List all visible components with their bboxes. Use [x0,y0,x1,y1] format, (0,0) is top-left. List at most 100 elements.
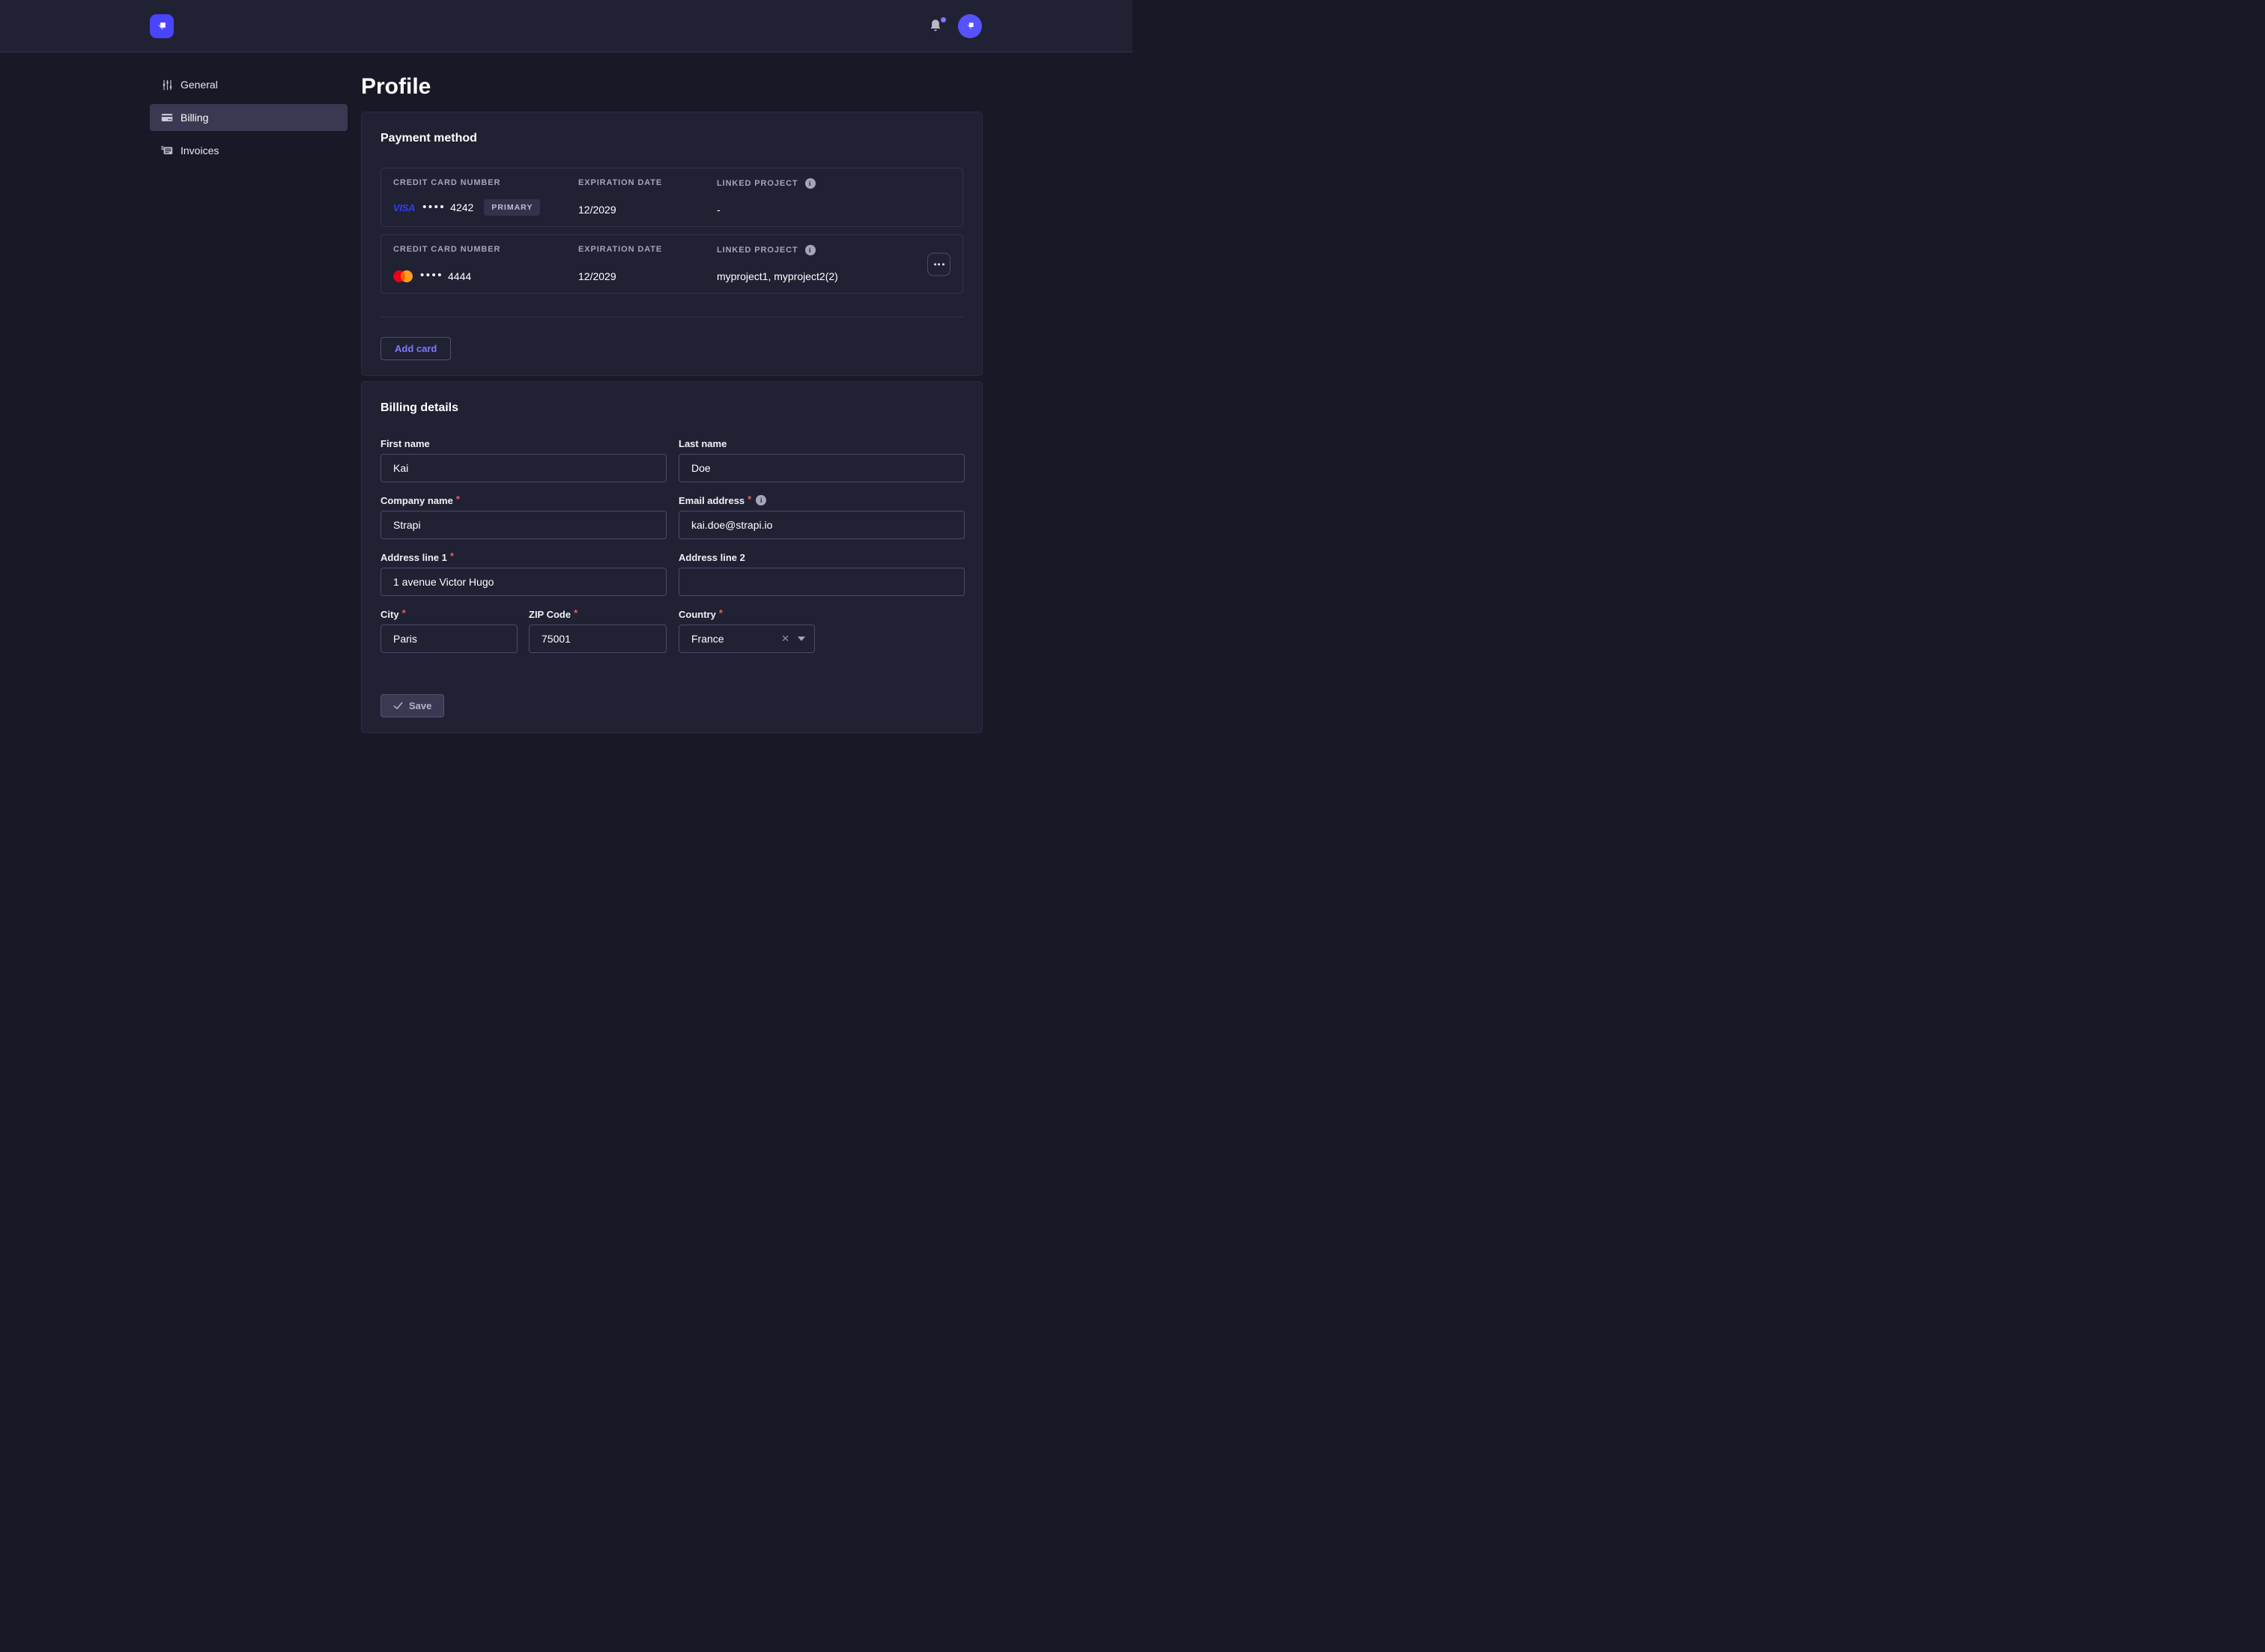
card-number-column: CREDIT CARD NUMBER VISA •••• 4242 PRIMAR… [393,178,578,216]
card-dots: •••• [420,269,443,282]
sidebar-item-general[interactable]: General [150,71,348,98]
country-field: Country* France ✕ [679,607,815,653]
info-icon[interactable]: i [805,245,816,255]
required-asterisk: * [748,494,751,505]
ellipsis-icon [934,263,936,265]
info-icon[interactable]: i [756,495,766,505]
card-last4: 4444 [448,270,471,282]
field-label-text: ZIP Code [529,609,571,620]
address-line1-label: Address line 1* [380,550,667,564]
card-number-label: CREDIT CARD NUMBER [393,178,578,187]
primary-badge: PRIMARY [484,199,540,216]
zip-code-input[interactable] [529,625,667,653]
sidebar-item-label: General [181,79,218,91]
expiration-value: 12/2029 [578,204,717,216]
city-field: City* [380,607,518,653]
strapi-logo[interactable] [150,14,174,38]
required-asterisk: * [450,550,454,562]
required-asterisk: * [456,494,460,505]
linked-project-value: - [717,204,950,216]
user-avatar[interactable] [958,14,982,38]
address-line2-label: Address line 2 [679,550,965,564]
field-label-text: First name [380,438,430,449]
settings-sidebar: General Billing $ [150,52,348,170]
field-label-text: Address line 2 [679,552,745,563]
linked-project-column: LINKED PROJECT i - [717,178,950,216]
chevron-down-icon[interactable] [798,637,805,641]
info-icon[interactable]: i [805,178,816,189]
company-name-field: Company name* [380,494,667,539]
expiration-column: EXPIRATION DATE 12/2029 [578,178,717,216]
sidebar-item-label: Invoices [181,145,219,157]
city-label: City* [380,607,518,621]
address-line2-input[interactable] [679,568,965,596]
first-name-field: First name [380,437,667,482]
profile-page: General Billing $ [0,0,1132,826]
address-line2-field: Address line 2 [679,550,965,596]
svg-text:$: $ [161,146,164,151]
add-card-button[interactable]: Add card [380,337,451,360]
check-icon [393,701,403,711]
city-zip-row: City* ZIP Code* [380,607,667,653]
card-number-column: CREDIT CARD NUMBER •••• 4444 [393,245,578,282]
strapi-mark-icon [154,19,169,34]
linked-project-label-text: LINKED PROJECT [717,179,798,188]
linked-project-label: LINKED PROJECT i [717,178,950,189]
field-label-text: Country [679,609,716,620]
save-button-label: Save [409,700,431,711]
address-line1-input[interactable] [380,568,667,596]
company-name-label: Company name* [380,494,667,507]
required-asterisk: * [574,607,577,619]
last-name-field: Last name [679,437,965,482]
sidebar-item-invoices[interactable]: $ Invoices [150,137,348,164]
payment-method-heading: Payment method [380,130,963,147]
card-number-value: •••• 4444 [393,270,578,282]
last-name-input[interactable] [679,454,965,482]
field-label-text: Email address [679,495,745,506]
credit-card-icon [161,112,173,124]
country-select[interactable]: France ✕ [679,625,815,653]
payment-card-row-mastercard: CREDIT CARD NUMBER •••• 4444 EX [380,234,963,294]
first-name-label: First name [380,437,667,450]
card-number-value: VISA •••• 4242 PRIMARY [393,199,578,216]
payment-card-row-visa: CREDIT CARD NUMBER VISA •••• 4242 PRIMAR… [380,168,963,227]
email-label: Email address* i [679,494,965,507]
email-field: Email address* i [679,494,965,539]
linked-project-label-text: LINKED PROJECT [717,246,798,255]
expiration-value: 12/2029 [578,270,717,282]
zip-code-label: ZIP Code* [529,607,667,621]
required-asterisk: * [719,607,723,619]
main-area: General Billing $ [0,52,1132,733]
topbar-actions [929,14,982,38]
notification-dot [941,17,946,22]
card-number-label: CREDIT CARD NUMBER [393,245,578,254]
expiration-label: EXPIRATION DATE [578,178,717,187]
field-label-text: Last name [679,438,727,449]
first-name-input[interactable] [380,454,667,482]
field-label-text: Company name [380,495,453,506]
field-label-text: City [380,609,399,620]
required-asterisk: * [402,607,406,619]
content-area: Profile Payment method CREDIT CARD NUMBE… [361,52,983,733]
expiration-column: EXPIRATION DATE 12/2029 [578,245,717,282]
billing-details-panel: Billing details First name Last name [361,381,983,733]
last-name-label: Last name [679,437,965,450]
linked-project-value: myproject1, myproject2(2) [717,270,950,282]
sliders-icon [161,79,173,91]
mastercard-logo-icon [393,270,413,282]
sidebar-item-billing[interactable]: Billing [150,104,348,131]
billing-details-heading: Billing details [380,400,963,416]
notifications-button[interactable] [929,19,942,34]
sidebar-item-label: Billing [181,112,208,124]
linked-project-column: LINKED PROJECT i myproject1, myproject2(… [717,245,950,282]
city-input[interactable] [380,625,518,653]
zip-code-field: ZIP Code* [529,607,667,653]
clear-selection-icon[interactable]: ✕ [781,633,789,645]
company-name-input[interactable] [380,511,667,539]
billing-form: First name Last name Company name* [380,437,963,653]
email-input[interactable] [679,511,965,539]
top-bar [0,0,1132,52]
payment-method-panel: Payment method CREDIT CARD NUMBER VISA •… [361,112,983,376]
card-actions-menu-button[interactable] [927,252,950,276]
save-button[interactable]: Save [380,694,444,717]
